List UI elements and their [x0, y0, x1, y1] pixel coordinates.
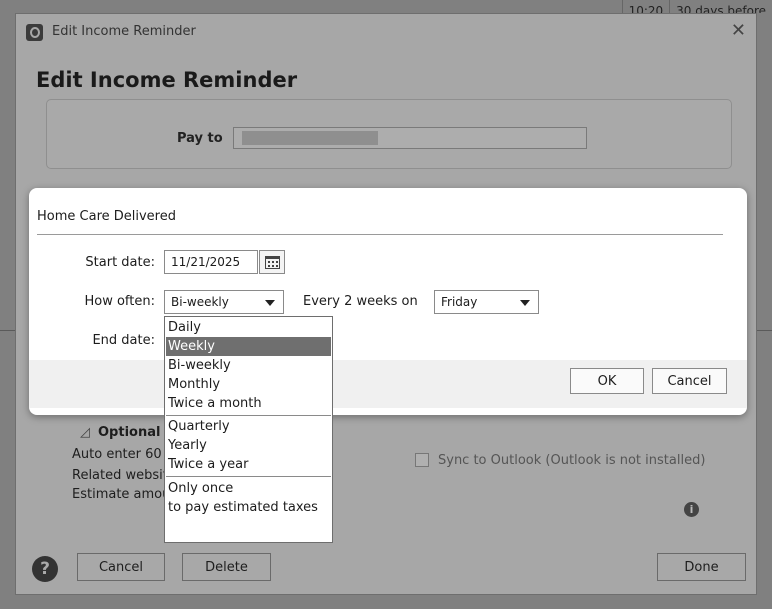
background-cell: 10:20: [621, 0, 670, 13]
sync-outlook-checkbox[interactable]: [415, 453, 429, 467]
payee-title: Home Care Delivered: [37, 209, 176, 224]
end-date-label: End date:: [92, 333, 155, 348]
how-often-value: Bi-weekly: [171, 295, 229, 309]
estimate-amount-line: Estimate amou: [72, 487, 171, 502]
option-twice-a-year[interactable]: Twice a year: [166, 455, 331, 474]
sync-outlook-label: Sync to Outlook (Outlook is not installe…: [438, 453, 706, 468]
quicken-logo-icon: [26, 24, 43, 41]
dialog-titlebar: Edit Income Reminder ✕: [16, 14, 756, 50]
option-yearly[interactable]: Yearly: [166, 436, 331, 455]
redacted-value: [242, 131, 378, 145]
option-only-once[interactable]: Only once: [166, 479, 331, 498]
schedule-modal: Home Care Delivered Start date: 11/21/20…: [29, 188, 747, 415]
pay-to-field[interactable]: [233, 127, 587, 149]
chevron-down-icon: [520, 300, 530, 306]
window-title: Edit Income Reminder: [52, 24, 196, 39]
info-icon[interactable]: i: [684, 502, 699, 517]
how-often-select[interactable]: Bi-weekly: [164, 290, 284, 314]
option-quarterly[interactable]: Quarterly: [166, 417, 331, 436]
auto-enter-line: Auto enter 60 d: [72, 447, 175, 462]
help-icon[interactable]: ?: [32, 556, 58, 582]
start-date-input[interactable]: 11/21/2025: [164, 250, 258, 274]
chevron-down-icon: [265, 300, 275, 306]
start-date-label: Start date:: [85, 255, 155, 270]
background-divider: [0, 330, 15, 331]
related-website-line: Related websit: [72, 468, 168, 483]
option-separator: [166, 415, 331, 416]
delete-button[interactable]: Delete: [182, 553, 271, 581]
modal-cancel-button[interactable]: Cancel: [652, 368, 727, 394]
frequency-dropdown-list: Daily Weekly Bi-weekly Monthly Twice a m…: [164, 316, 333, 543]
weekday-value: Friday: [441, 295, 478, 309]
option-bi-weekly[interactable]: Bi-weekly: [166, 356, 331, 375]
weekday-select[interactable]: Friday: [434, 290, 539, 314]
title-divider: [37, 234, 723, 235]
background-table-header: 10:20 30 days before: [621, 0, 772, 13]
background-divider: [757, 330, 772, 331]
page-title: Edit Income Reminder: [36, 68, 298, 92]
background-cell: 30 days before: [669, 0, 772, 13]
done-button[interactable]: Done: [657, 553, 746, 581]
option-weekly[interactable]: Weekly: [166, 337, 331, 356]
ok-button[interactable]: OK: [570, 368, 644, 394]
cancel-button[interactable]: Cancel: [77, 553, 165, 581]
calendar-button[interactable]: [259, 250, 285, 274]
option-daily[interactable]: Daily: [166, 318, 331, 337]
option-monthly[interactable]: Monthly: [166, 375, 331, 394]
every-label: Every 2 weeks on: [303, 294, 418, 309]
pay-to-label: Pay to: [177, 131, 223, 146]
option-pay-estimated-taxes[interactable]: to pay estimated taxes: [166, 498, 331, 517]
calendar-icon: [265, 256, 280, 269]
close-icon[interactable]: ✕: [731, 20, 746, 41]
optional-section-title: Optional S: [98, 425, 175, 440]
triangle-icon: ◿: [80, 425, 90, 440]
pay-to-panel: Pay to: [46, 99, 732, 169]
optional-section-toggle[interactable]: ◿ Optional S: [80, 425, 174, 440]
how-often-label: How often:: [84, 294, 155, 309]
option-separator: [166, 476, 331, 477]
option-twice-a-month[interactable]: Twice a month: [166, 394, 331, 413]
